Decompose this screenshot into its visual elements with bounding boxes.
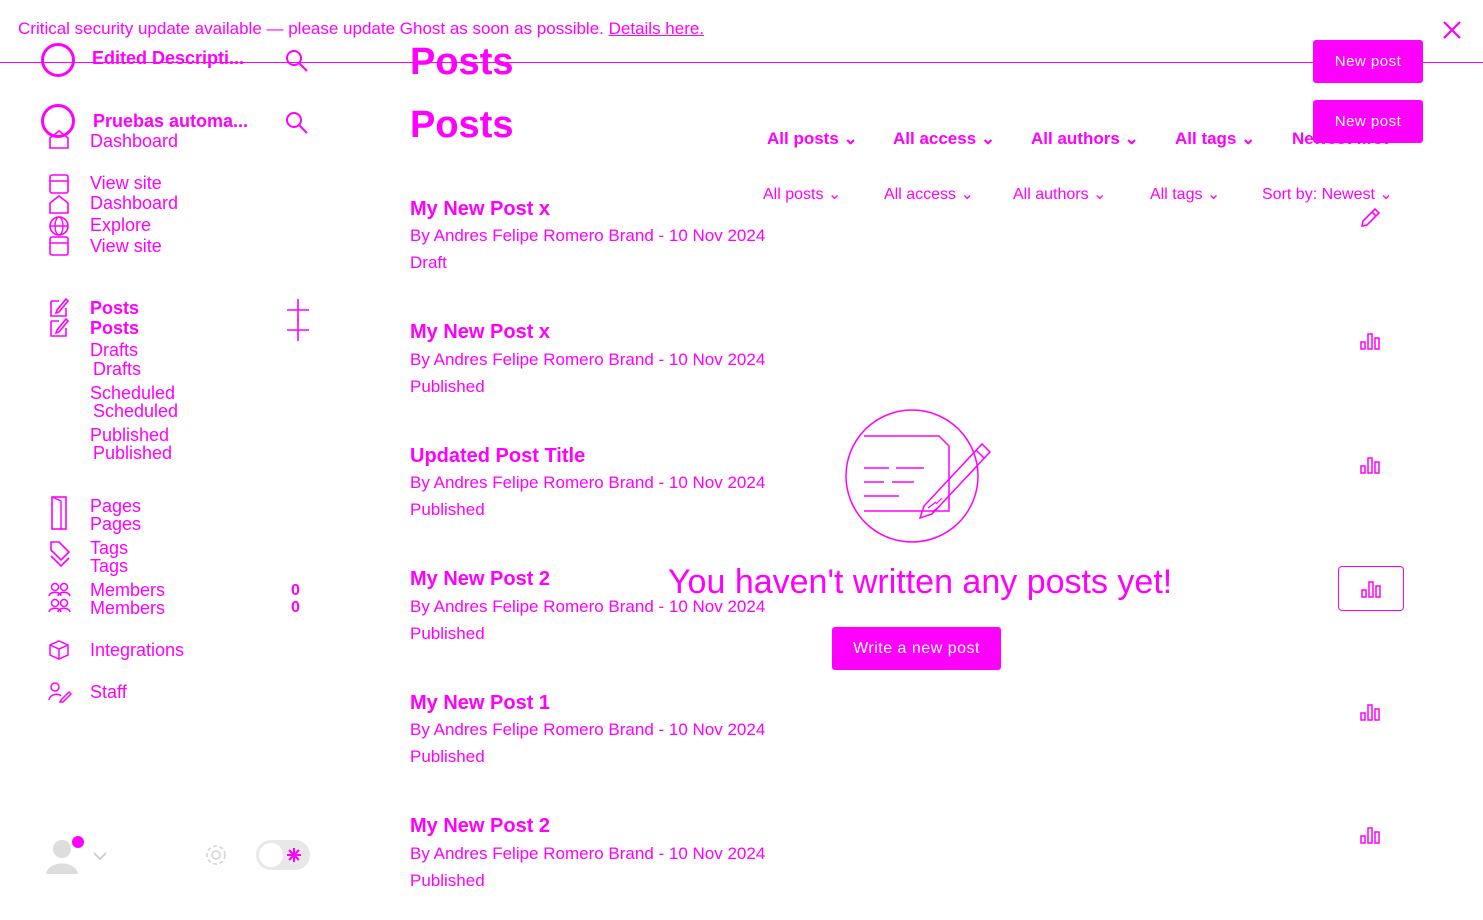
post-status: Published (410, 624, 485, 643)
analytics-icon[interactable] (1359, 456, 1381, 474)
view-site-icon (48, 235, 70, 257)
settings-icon[interactable] (203, 842, 229, 868)
post-title[interactable]: My New Post x (410, 198, 550, 221)
analytics-button[interactable] (1338, 566, 1404, 611)
pages-icon (49, 495, 69, 531)
avatar (46, 836, 107, 874)
add-icon[interactable] (286, 318, 310, 342)
filter-access[interactable]: All access ⌄ (893, 129, 995, 149)
sort-order[interactable]: Newest first (1292, 129, 1388, 149)
chevron-down-icon: ⌄ (1206, 186, 1221, 203)
nav-dashboard[interactable]: Dashboard (90, 131, 178, 152)
nav-drafts[interactable]: Drafts (93, 359, 141, 380)
user-menu[interactable] (44, 836, 107, 876)
moon-icon (287, 848, 301, 862)
nav-posts[interactable]: Posts (90, 298, 139, 319)
post-status: Published (410, 500, 485, 519)
page-title: Posts (410, 104, 514, 146)
filter-tags[interactable]: All tags ⌄ (1150, 184, 1220, 204)
theme-toggle[interactable] (256, 840, 310, 870)
members-count: 0 (291, 582, 300, 599)
view-site-icon (48, 173, 70, 195)
nav-drafts[interactable]: Drafts (90, 340, 138, 361)
site-name[interactable]: Pruebas automa... (93, 111, 248, 132)
filter-tags[interactable]: All tags ⌄ (1175, 129, 1255, 149)
posts-icon (48, 316, 70, 338)
chevron-down-icon: ⌄ (1124, 129, 1139, 148)
site-name[interactable]: Edited Descripti... (92, 48, 244, 69)
nav-scheduled[interactable]: Scheduled (93, 401, 178, 422)
chevron-down-icon: ⌄ (827, 186, 842, 203)
chevron-down-icon: ⌄ (980, 129, 996, 148)
nav-tags[interactable]: Tags (90, 556, 128, 577)
dashboard-icon (48, 193, 70, 215)
nav-view-site[interactable]: View site (90, 236, 162, 257)
analytics-icon (1361, 581, 1381, 598)
chevron-down-icon: ⌄ (1241, 129, 1256, 148)
write-new-post-button[interactable]: Write a new post (832, 627, 1001, 670)
analytics-icon[interactable] (1359, 703, 1381, 721)
integrations-icon (48, 639, 70, 661)
new-post-button[interactable]: New post (1313, 40, 1423, 83)
post-status: Draft (410, 253, 447, 272)
post-meta: By Andres Felipe Romero Brand - 10 Nov 2… (410, 720, 766, 739)
post-title[interactable]: Updated Post Title (410, 445, 585, 468)
filter-authors[interactable]: All authors ⌄ (1031, 129, 1139, 149)
post-meta: By Andres Felipe Romero Brand - 10 Nov 2… (410, 844, 766, 863)
analytics-icon[interactable] (1359, 332, 1381, 350)
post-meta: By Andres Felipe Romero Brand - 10 Nov 2… (410, 350, 766, 369)
post-title[interactable]: My New Post x (410, 321, 550, 344)
banner-message: Critical security update available — ple… (18, 19, 604, 38)
nav-pages[interactable]: Pages (90, 514, 141, 535)
close-icon[interactable] (1440, 18, 1464, 42)
chevron-down-icon: ⌄ (843, 129, 858, 148)
posts-icon (48, 296, 70, 318)
search-icon[interactable] (284, 110, 310, 136)
sort-order[interactable]: Sort by: Newest ⌄ (1262, 184, 1393, 204)
empty-state-message: You haven't written any posts yet! (668, 563, 1173, 601)
chevron-down-icon: ⌄ (1093, 186, 1107, 203)
post-title[interactable]: My New Post 1 (410, 692, 550, 715)
filter-posts[interactable]: All posts ⌄ (763, 184, 841, 204)
chevron-down-icon: ⌄ (960, 186, 974, 203)
search-icon[interactable] (284, 48, 310, 74)
filter-authors[interactable]: All authors ⌄ (1013, 184, 1106, 204)
post-title[interactable]: My New Post 2 (410, 815, 550, 838)
members-count: 0 (291, 599, 300, 616)
filter-posts[interactable]: All posts ⌄ (767, 129, 858, 149)
post-status: Published (410, 747, 485, 766)
filter-access[interactable]: All access ⌄ (884, 184, 974, 204)
banner-details-link[interactable]: Details here. (609, 19, 704, 38)
dashboard-icon (48, 128, 70, 150)
chevron-down-icon: ⌄ (1379, 186, 1393, 203)
nav-view-site[interactable]: View site (90, 173, 162, 194)
staff-icon (48, 681, 72, 703)
nav-published[interactable]: Published (93, 443, 172, 464)
page-title: Posts (410, 41, 514, 83)
post-meta: By Andres Felipe Romero Brand - 10 Nov 2… (410, 473, 766, 492)
nav-members[interactable]: Members (90, 598, 165, 619)
site-logo[interactable] (41, 43, 75, 77)
nav-integrations[interactable]: Integrations (90, 640, 184, 661)
post-status: Published (410, 871, 485, 890)
analytics-icon[interactable] (1359, 826, 1381, 844)
update-banner: Critical security update available — ple… (18, 19, 704, 39)
nav-posts[interactable]: Posts (90, 318, 139, 339)
nav-dashboard[interactable]: Dashboard (90, 193, 178, 214)
explore-icon (48, 215, 70, 237)
post-meta: By Andres Felipe Romero Brand - 10 Nov 2… (410, 226, 766, 245)
post-title[interactable]: My New Post 2 (410, 568, 550, 591)
empty-state-illustration (844, 406, 994, 551)
nav-explore[interactable]: Explore (90, 215, 151, 236)
edit-icon[interactable] (1359, 207, 1381, 229)
tags-icon (48, 539, 72, 575)
members-icon (48, 581, 72, 617)
nav-staff[interactable]: Staff (90, 682, 127, 703)
post-status: Published (410, 377, 485, 396)
